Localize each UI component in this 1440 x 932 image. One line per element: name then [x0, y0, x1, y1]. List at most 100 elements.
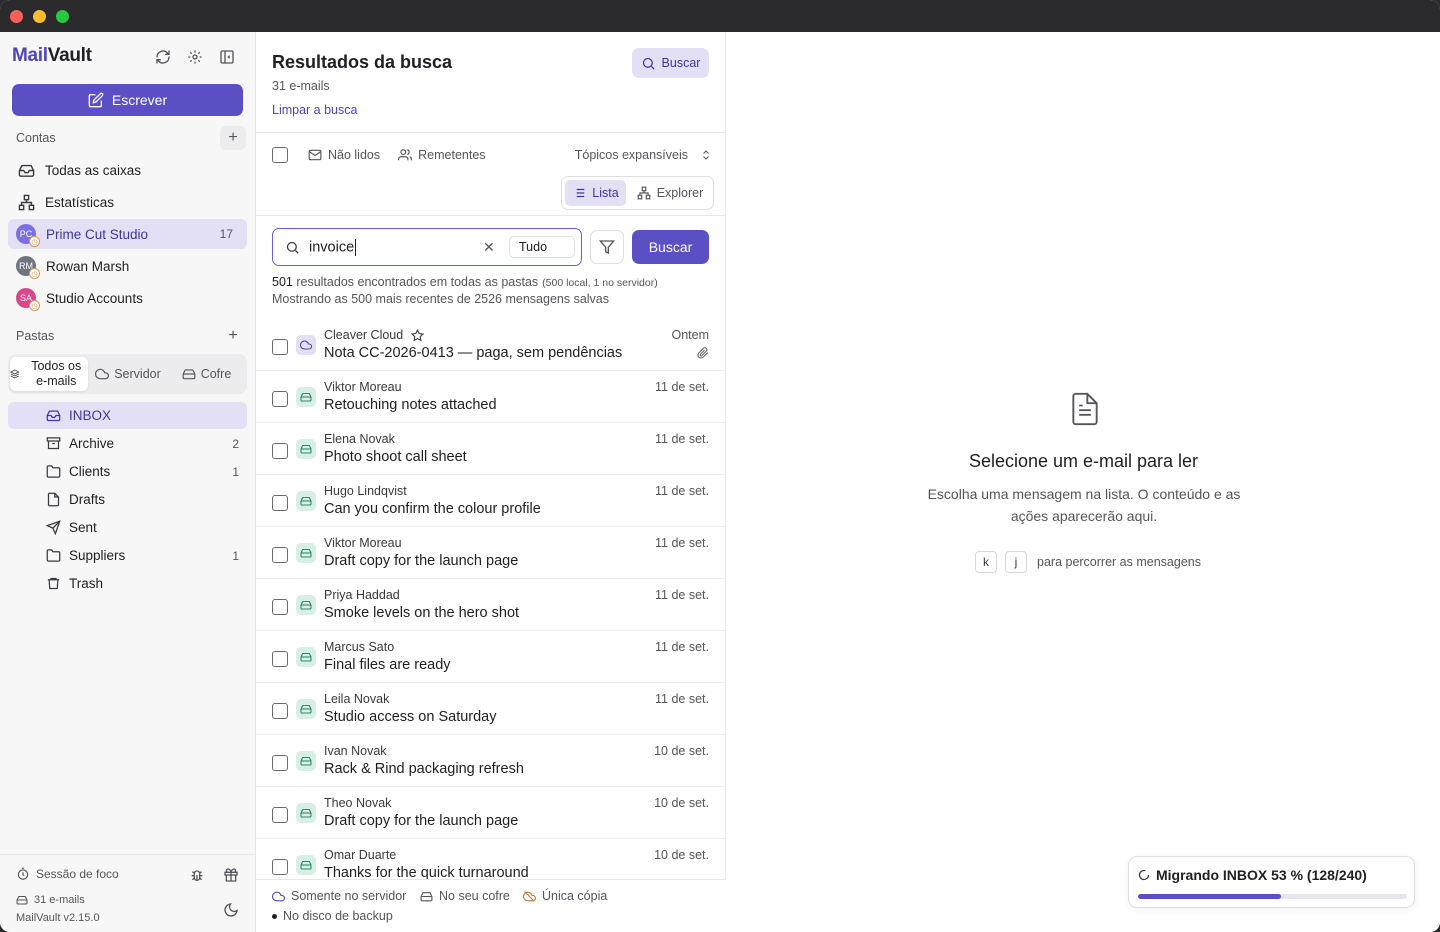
add-folder-button[interactable]: + [220, 324, 246, 348]
tab-server[interactable]: Servidor [90, 357, 166, 391]
search-input[interactable]: invoice ✕ Tudo [272, 228, 582, 266]
email-date: 11 de set. [655, 640, 709, 654]
archive-icon [46, 437, 61, 450]
view-explorer-button[interactable]: Explorer [630, 180, 710, 206]
star-icon[interactable] [411, 328, 425, 342]
clear-search-link[interactable]: Limpar a busca [272, 103, 357, 117]
view-list-button[interactable]: Lista [565, 180, 626, 206]
email-list: Cleaver Cloud Nota CC-2026-0413 — paga, s… [256, 319, 726, 879]
email-row[interactable]: Omar Duarte Thanks for the quick turnarou… [256, 839, 726, 879]
folder-icon [46, 465, 61, 478]
email-checkbox[interactable] [272, 859, 288, 875]
page-title: Resultados da busca [272, 52, 453, 72]
maximize-window-button[interactable] [56, 10, 69, 23]
email-sender: Hugo Lindqvist [324, 484, 407, 498]
folders-label: Pastas [16, 329, 55, 343]
email-row[interactable]: Ivan Novak Rack & Rind packaging refresh 1… [256, 735, 726, 787]
email-date: 10 de set. [654, 796, 709, 810]
list-icon [574, 188, 585, 198]
folder-sent[interactable]: Sent [8, 514, 247, 541]
folder-inbox[interactable]: INBOX [8, 402, 247, 429]
close-window-button[interactable] [10, 10, 23, 23]
server-source-badge [296, 335, 316, 355]
moon-icon[interactable] [221, 900, 241, 920]
select-all-checkbox[interactable] [272, 147, 288, 163]
expandable-threads-select[interactable]: Tópicos expansíveis [575, 148, 712, 162]
legend-single-copy: Única cópia [523, 889, 607, 903]
title-bar [0, 0, 1440, 32]
filter-senders[interactable]: Remetentes [398, 148, 486, 162]
document-icon [1071, 392, 1099, 426]
account-rowan-marsh[interactable]: RM ◷ Rowan Marsh [8, 251, 247, 281]
compose-button[interactable]: Escrever [12, 84, 243, 116]
drive-icon [300, 704, 312, 714]
email-checkbox[interactable] [272, 495, 288, 511]
search-scope-select[interactable]: Tudo [509, 236, 575, 258]
results-summary: 501 resultados encontrados em todas as p… [272, 275, 658, 289]
email-row[interactable]: Priya Haddad Smoke levels on the hero sho… [256, 579, 726, 631]
clock-icon: ◷ [29, 268, 40, 279]
email-checkbox[interactable] [272, 391, 288, 407]
email-row[interactable]: Hugo Lindqvist Can you confirm the colour… [256, 475, 726, 527]
divider [256, 215, 726, 216]
cloud-icon [95, 368, 110, 380]
email-checkbox[interactable] [272, 703, 288, 719]
vault-source-badge [296, 491, 316, 511]
app-window: MailVault Escrever Contas + Todas as cai… [0, 0, 1440, 932]
account-statistics[interactable]: Estatísticas [8, 187, 247, 217]
account-studio-accounts[interactable]: SA ◷ Studio Accounts [8, 283, 247, 313]
email-row[interactable]: Elena Novak Photo shoot call sheet 11 de s… [256, 423, 726, 475]
email-checkbox[interactable] [272, 755, 288, 771]
results-pane: Resultados da busca 31 e-mails Limpar a … [256, 32, 726, 932]
migration-status: Migrando INBOX 53 % (128/240) [1156, 867, 1367, 883]
vault-source-badge [296, 803, 316, 823]
legend-server-only: Somente no servidor [272, 889, 406, 903]
folder-suppliers[interactable]: Suppliers 1 [8, 542, 247, 569]
clear-query-icon[interactable]: ✕ [483, 240, 495, 254]
folder-archive[interactable]: Archive 2 [8, 430, 247, 457]
email-checkbox[interactable] [272, 547, 288, 563]
email-checkbox[interactable] [272, 651, 288, 667]
avatar: PC ◷ [16, 224, 40, 247]
sidebar-collapse-icon[interactable] [217, 47, 237, 67]
tab-all-emails[interactable]: Todos os e-mails [10, 357, 88, 391]
email-sender: Omar Duarte [324, 848, 397, 862]
gift-icon[interactable] [221, 865, 241, 885]
tab-vault[interactable]: Cofre [168, 357, 245, 391]
bug-icon[interactable] [187, 865, 207, 885]
legend-backup-disk: No disco de backup [272, 909, 393, 923]
email-row[interactable]: Cleaver Cloud Nota CC-2026-0413 — paga, s… [256, 319, 726, 371]
email-row[interactable]: Viktor Moreau Draft copy for the launch p… [256, 527, 726, 579]
drive-icon [300, 392, 312, 402]
sitemap-icon [18, 194, 35, 210]
add-account-button[interactable]: + [220, 126, 246, 150]
account-prime-cut-studio[interactable]: PC ◷ Prime Cut Studio 17 [8, 219, 247, 249]
folder-clients[interactable]: Clients 1 [8, 458, 247, 485]
gear-icon[interactable] [185, 47, 205, 67]
refresh-icon[interactable] [153, 47, 173, 67]
email-checkbox[interactable] [272, 443, 288, 459]
edit-icon [88, 92, 104, 108]
email-checkbox[interactable] [272, 599, 288, 615]
email-sender: Theo Novak [324, 796, 392, 810]
email-row[interactable]: Theo Novak Draft copy for the launch page… [256, 787, 726, 839]
email-row[interactable]: Leila Novak Studio access on Saturday 11 d… [256, 683, 726, 735]
filter-unread[interactable]: Não lidos [308, 148, 380, 162]
email-date: 10 de set. [654, 848, 709, 862]
search-icon [286, 241, 299, 254]
search-submit-button[interactable]: Buscar [632, 230, 709, 264]
cloud-off-icon [523, 890, 536, 902]
account-all-inboxes[interactable]: Todas as caixas [8, 155, 247, 185]
filter-button[interactable] [590, 230, 624, 264]
email-checkbox[interactable] [272, 807, 288, 823]
email-row[interactable]: Marcus Sato Final files are ready 11 de se… [256, 631, 726, 683]
email-checkbox[interactable] [272, 339, 288, 355]
email-row[interactable]: Viktor Moreau Retouching notes attached 11… [256, 371, 726, 423]
folder-trash[interactable]: Trash [8, 570, 247, 597]
folder-label: INBOX [69, 408, 112, 423]
open-search-button[interactable]: Buscar [632, 48, 709, 78]
focus-session-button[interactable]: Sessão de foco [16, 867, 119, 881]
folder-drafts[interactable]: Drafts [8, 486, 247, 513]
minimize-window-button[interactable] [33, 10, 46, 23]
avatar: SA ◷ [16, 288, 40, 311]
